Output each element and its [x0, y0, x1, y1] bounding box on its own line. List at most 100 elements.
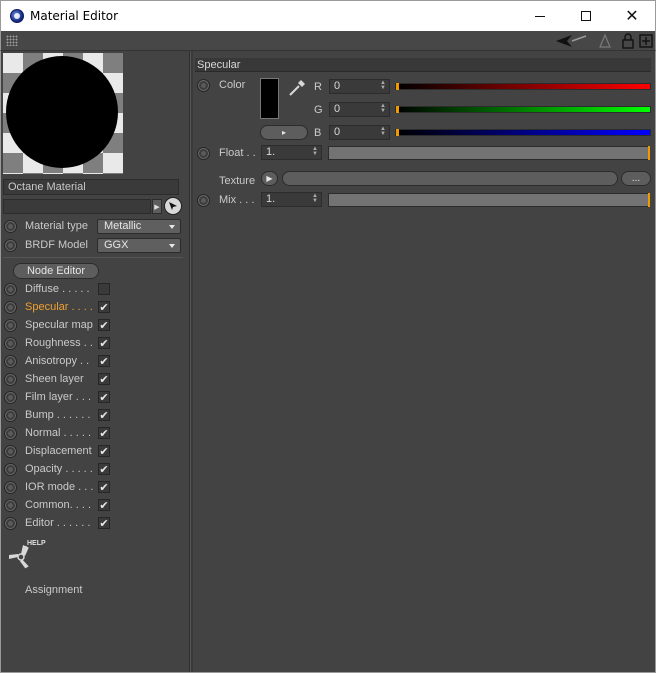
maximize-icon	[581, 11, 591, 21]
new-window-icon[interactable]	[638, 33, 654, 49]
spinner-icon[interactable]: ▲ ▼	[312, 146, 318, 157]
channel-label-film-layer[interactable]: Film layer . . .	[25, 391, 91, 403]
close-button[interactable]: ✕	[609, 1, 655, 31]
cinema4d-app-icon	[10, 9, 24, 23]
color-expand-button[interactable]: ▸	[260, 125, 308, 140]
channel-checkbox-sheen-layer[interactable]: ✔	[98, 373, 110, 385]
channel-radio-film-layer[interactable]	[4, 391, 17, 404]
forward-arrow-icon[interactable]	[597, 33, 613, 49]
node-editor-button[interactable]: Node Editor	[13, 263, 99, 279]
b-input[interactable]: 0 ▲ ▼	[329, 125, 390, 140]
brdf-model-radio[interactable]	[4, 239, 17, 252]
mix-slider[interactable]	[328, 193, 650, 207]
channel-radio-displacement[interactable]	[4, 445, 17, 458]
expand-arrow-icon[interactable]: ▶	[152, 199, 162, 214]
channel-label-normal[interactable]: Normal . . . . .	[25, 427, 91, 439]
channel-label-ior-mode[interactable]: IOR mode . . .	[25, 481, 93, 493]
float-slider-knob[interactable]	[648, 146, 650, 160]
chevron-down-icon	[169, 225, 175, 229]
lock-icon[interactable]	[620, 33, 636, 49]
channel-checkbox-anisotropy[interactable]: ✔	[98, 355, 110, 367]
texture-slot[interactable]	[282, 171, 618, 186]
float-radio[interactable]	[197, 147, 210, 160]
mix-input[interactable]: 1. ▲ ▼	[261, 192, 322, 207]
channel-radio-editor[interactable]	[4, 517, 17, 530]
g-slider[interactable]	[395, 106, 651, 113]
channel-radio-anisotropy[interactable]	[4, 355, 17, 368]
channel-radio-sheen-layer[interactable]	[4, 373, 17, 386]
help-label: HELP	[27, 540, 46, 547]
channel-label-anisotropy[interactable]: Anisotropy . .	[25, 355, 89, 367]
channel-radio-specular-map[interactable]	[4, 319, 17, 332]
material-type-radio[interactable]	[4, 220, 17, 233]
material-type-value: Metallic	[104, 220, 142, 232]
material-type-dropdown[interactable]: Metallic	[97, 219, 181, 234]
color-radio[interactable]	[197, 79, 210, 92]
texture-menu-button[interactable]: ▶	[261, 171, 278, 186]
float-slider[interactable]	[328, 146, 650, 160]
material-preview[interactable]	[3, 53, 123, 174]
r-slider[interactable]	[395, 83, 651, 90]
channel-radio-roughness[interactable]	[4, 337, 17, 350]
channel-label-opacity[interactable]: Opacity . . . . .	[25, 463, 93, 475]
channel-checkbox-film-layer[interactable]: ✔	[98, 391, 110, 403]
spinner-icon[interactable]: ▲ ▼	[312, 193, 318, 204]
maximize-button[interactable]	[563, 1, 609, 31]
channel-label-bump[interactable]: Bump . . . . . .	[25, 409, 90, 421]
channel-checkbox-specular[interactable]: ✔	[98, 301, 110, 313]
channel-radio-bump[interactable]	[4, 409, 17, 422]
spinner-icon[interactable]: ▲ ▼	[380, 103, 386, 114]
spinner-icon[interactable]: ▲ ▼	[380, 126, 386, 137]
assignment-tab[interactable]: Assignment	[25, 584, 82, 596]
mix-radio[interactable]	[197, 194, 210, 207]
material-name-field[interactable]: Octane Material	[3, 179, 179, 195]
grip-icon[interactable]	[6, 35, 18, 46]
g-input[interactable]: 0 ▲ ▼	[329, 102, 390, 117]
channel-radio-common[interactable]	[4, 499, 17, 512]
minimize-button[interactable]	[517, 1, 563, 31]
b-slider[interactable]	[395, 129, 651, 136]
channel-radio-opacity[interactable]	[4, 463, 17, 476]
channel-checkbox-roughness[interactable]: ✔	[98, 337, 110, 349]
mix-slider-knob[interactable]	[648, 193, 650, 207]
pick-cursor-icon[interactable]	[164, 197, 182, 215]
channel-radio-ior-mode[interactable]	[4, 481, 17, 494]
brdf-model-value: GGX	[104, 239, 129, 251]
channel-label-diffuse[interactable]: Diffuse . . . . .	[25, 283, 90, 295]
channel-label-sheen-layer[interactable]: Sheen layer	[25, 373, 84, 385]
channel-checkbox-ior-mode[interactable]: ✔	[98, 481, 110, 493]
g-value: 0	[334, 103, 341, 115]
spinner-icon[interactable]: ▲ ▼	[380, 80, 386, 91]
channel-checkbox-normal[interactable]: ✔	[98, 427, 110, 439]
channel-label-common[interactable]: Common. . . .	[25, 499, 91, 511]
g-slider-knob[interactable]	[396, 106, 399, 113]
back-arrow-icon[interactable]	[554, 33, 588, 49]
channel-checkbox-specular-map[interactable]: ✔	[98, 319, 110, 331]
texture-more-button[interactable]: ...	[621, 171, 651, 186]
channel-checkbox-editor[interactable]: ✔	[98, 517, 110, 529]
channel-label-specular-map[interactable]: Specular map	[25, 319, 93, 331]
channel-radio-specular[interactable]	[4, 301, 17, 314]
channel-label-editor[interactable]: Editor . . . . . .	[25, 517, 90, 529]
channel-radio-diffuse[interactable]	[4, 283, 17, 296]
b-slider-knob[interactable]	[396, 129, 399, 136]
color-swatch[interactable]	[260, 78, 279, 119]
channel-checkbox-diffuse[interactable]	[98, 283, 110, 295]
channel-label-displacement[interactable]: Displacement	[25, 445, 92, 457]
toolbar-strip	[0, 31, 656, 51]
mix-label: Mix . . .	[219, 194, 255, 206]
channel-checkbox-displacement[interactable]: ✔	[98, 445, 110, 457]
brdf-model-dropdown[interactable]: GGX	[97, 238, 181, 253]
search-field[interactable]	[3, 199, 151, 214]
channel-label-specular[interactable]: Specular . . . .	[25, 301, 93, 313]
r-slider-knob[interactable]	[396, 83, 399, 90]
eyedropper-icon[interactable]	[287, 78, 307, 98]
channel-label-roughness[interactable]: Roughness . .	[25, 337, 93, 349]
r-input[interactable]: 0 ▲ ▼	[329, 79, 390, 94]
channel-checkbox-common[interactable]: ✔	[98, 499, 110, 511]
left-pane: Octane Material ▶ Material type Metallic…	[1, 51, 190, 672]
channel-radio-normal[interactable]	[4, 427, 17, 440]
float-input[interactable]: 1. ▲ ▼	[261, 145, 322, 160]
channel-checkbox-opacity[interactable]: ✔	[98, 463, 110, 475]
channel-checkbox-bump[interactable]: ✔	[98, 409, 110, 421]
